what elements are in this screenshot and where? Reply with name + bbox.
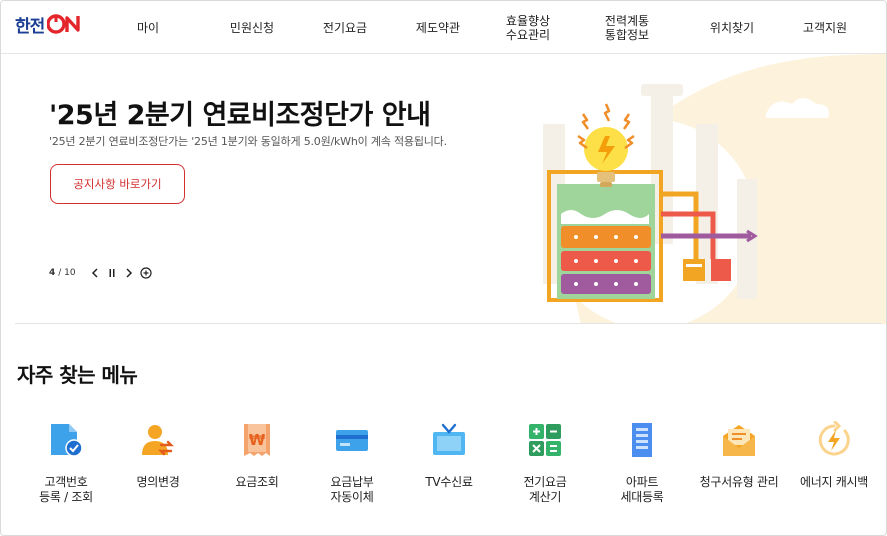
section-divider: [15, 323, 882, 324]
logo-on-mark: [47, 14, 81, 34]
quick-menu-label: 전기요금 계산기: [523, 475, 567, 504]
notice-shortcut-button[interactable]: 공지사항 바로가기: [50, 164, 185, 204]
svg-text:₩: ₩: [249, 431, 266, 449]
next-icon[interactable]: [122, 265, 136, 281]
quick-menu-energy-cashback[interactable]: 에너지 캐시백: [784, 419, 884, 490]
quick-menu-label: 청구서유형 관리: [699, 475, 779, 489]
quick-menu-label: 요금조회: [235, 475, 279, 489]
quick-menu-apartment-registration[interactable]: 아파트 세대등록: [592, 419, 692, 505]
pager-current: 4: [49, 268, 56, 278]
nav-item-customer-support[interactable]: 고객지원: [786, 1, 864, 54]
quick-menu-bill-inquiry[interactable]: ₩ 요금조회: [207, 419, 307, 490]
prev-icon[interactable]: [88, 265, 102, 281]
nav-item-terms[interactable]: 제도약관: [399, 1, 477, 54]
document-check-icon: [45, 419, 87, 461]
mail-bill-icon: [718, 419, 760, 461]
pager-total: / 10: [58, 268, 76, 278]
banner-pager: 4 / 10: [49, 265, 153, 281]
quick-menu-label: 아파트 세대등록: [620, 475, 664, 504]
quick-menu-tv-fee[interactable]: TV수신료: [399, 419, 499, 490]
calculator-icon: [524, 419, 566, 461]
quick-menu-customer-number[interactable]: 고객번호 등록 / 조회: [16, 419, 116, 505]
nav-item-location[interactable]: 위치찾기: [693, 1, 771, 54]
kepco-on-logo[interactable]: 한전: [15, 11, 81, 37]
quick-menu-bill-type-management[interactable]: 청구서유형 관리: [689, 419, 789, 490]
quick-menu-bill-calculator[interactable]: 전기요금 계산기: [495, 419, 595, 505]
quick-menu-auto-payment[interactable]: 요금납부 자동이체: [302, 419, 402, 505]
app-frame: 한전 마이 민원신청 전기요금 제도약관 효율향상 수요관리 전력계통 통합정보…: [0, 0, 887, 536]
pause-icon[interactable]: [105, 265, 119, 281]
nav-item-civil-application[interactable]: 민원신청: [213, 1, 291, 54]
user-transfer-icon: [137, 419, 179, 461]
hero-title: '25년 2분기 연료비조정단가 안내: [49, 100, 431, 131]
quick-menu-name-change[interactable]: 명의변경: [108, 419, 208, 490]
credit-card-icon: [331, 419, 373, 461]
expand-plus-icon[interactable]: [139, 265, 153, 281]
quick-menu-label: 에너지 캐시백: [800, 475, 868, 489]
top-header: 한전 마이 민원신청 전기요금 제도약관 효율향상 수요관리 전력계통 통합정보…: [1, 1, 886, 54]
nav-item-grid-info[interactable]: 전력계통 통합정보: [588, 1, 666, 54]
nav-item-my[interactable]: 마이: [109, 1, 187, 54]
quick-menu-label: TV수신료: [425, 475, 473, 489]
quick-menu-label: 명의변경: [136, 475, 180, 489]
nav-item-efficiency[interactable]: 효율향상 수요관리: [489, 1, 567, 54]
won-receipt-icon: ₩: [236, 419, 278, 461]
nav-item-electricity-rates[interactable]: 전기요금: [306, 1, 384, 54]
power-plant-illustration: [501, 54, 886, 324]
quick-menu-label: 요금납부 자동이체: [330, 475, 374, 504]
quick-menu-label: 고객번호 등록 / 조회: [39, 475, 93, 504]
logo-text: 한전: [15, 16, 45, 37]
apartment-icon: [621, 419, 663, 461]
hero-subtitle: '25년 2분기 연료비조정단가는 '25년 1분기와 동일하게 5.0원/kW…: [49, 135, 447, 148]
tv-icon: [428, 419, 470, 461]
quick-menu-title: 자주 찾는 메뉴: [17, 363, 138, 387]
energy-cashback-icon: [813, 419, 855, 461]
